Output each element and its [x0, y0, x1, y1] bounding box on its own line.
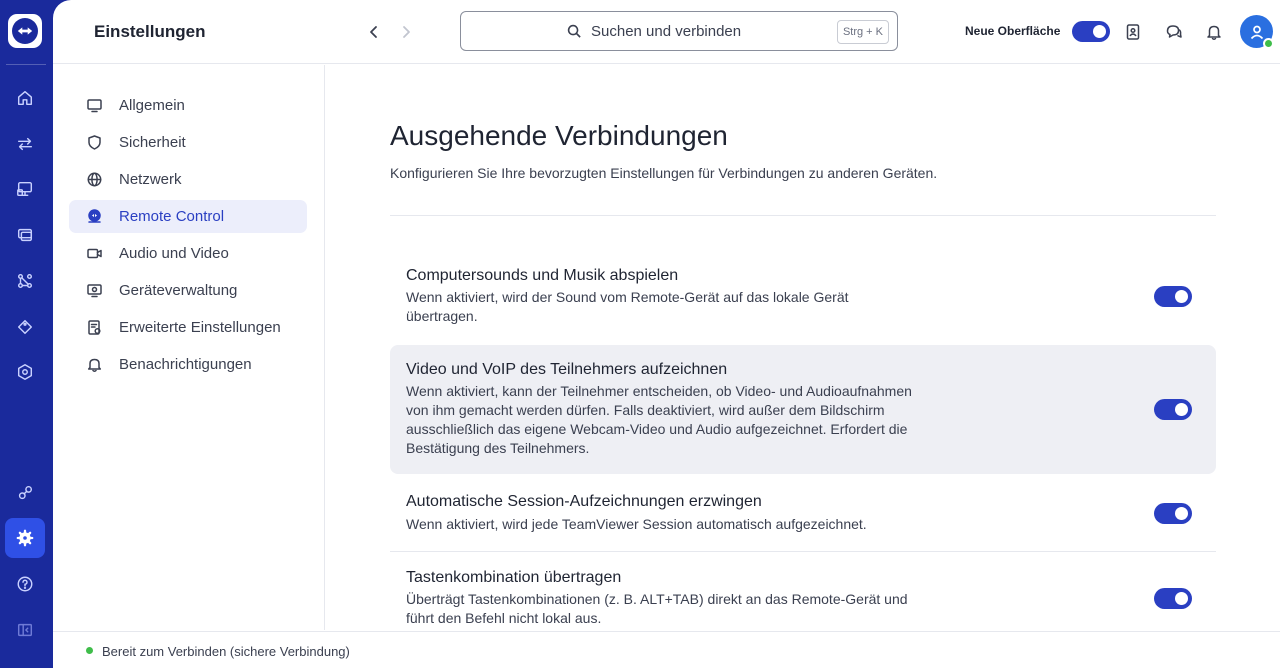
- advanced-settings-icon: [86, 319, 103, 336]
- app-rail: [0, 0, 53, 668]
- settings-nav-item-allgemein[interactable]: Allgemein: [69, 89, 307, 122]
- row-divider: [390, 551, 1216, 552]
- settings-nav-label: Remote Control: [119, 208, 225, 225]
- settings-nav-item-audio-und-video[interactable]: Audio und Video: [69, 237, 307, 270]
- settings-nav-label: Erweiterte Einstellungen: [119, 319, 281, 336]
- search-placeholder: Suchen und verbinden: [591, 23, 742, 40]
- force-session-recording-toggle[interactable]: [1154, 503, 1192, 524]
- workflow-icon[interactable]: [5, 261, 45, 301]
- contacts-icon[interactable]: [1121, 20, 1145, 44]
- transfer-key-combinations-toggle[interactable]: [1154, 588, 1192, 609]
- bell-notifications-icon[interactable]: [1202, 20, 1226, 44]
- user-icon: [1250, 25, 1263, 39]
- settings-nav-label: Allgemein: [119, 97, 185, 114]
- search-icon: [567, 24, 582, 39]
- chat-icon[interactable]: [1162, 20, 1186, 44]
- setting-description: Wenn aktiviert, wird der Sound vom Remot…: [406, 289, 849, 324]
- record-video-voip-toggle[interactable]: [1154, 399, 1192, 420]
- device-management-icon: [86, 282, 103, 299]
- deploy-icon[interactable]: [5, 352, 45, 392]
- settings-nav-label: Netzwerk: [119, 171, 182, 188]
- back-arrow-icon[interactable]: [363, 21, 385, 43]
- forward-arrow-icon[interactable]: [395, 21, 417, 43]
- setting-row-force-session-recording: Automatische Session-Aufzeichnungen erzw…: [390, 485, 1216, 551]
- settings-nav-label: Audio und Video: [119, 245, 229, 262]
- online-status-dot: [1263, 38, 1274, 49]
- rail-divider: [6, 64, 46, 65]
- bell-icon: [86, 356, 103, 373]
- section-heading: Ausgehende Verbindungen: [390, 120, 728, 151]
- settings-nav: Allgemein Sicherheit Netzwerk Remote Con…: [53, 65, 325, 630]
- setting-title: Automatische Session-Aufzeichnungen erzw…: [406, 493, 762, 510]
- setting-row-computer-sounds: Computersounds und Musik abspielen Wenn …: [390, 255, 1216, 335]
- settings-nav-item-erweiterte-einstellungen[interactable]: Erweiterte Einstellungen: [69, 311, 307, 344]
- setting-row-transfer-key-combinations: Tastenkombination übertragen Überträgt T…: [390, 560, 1216, 630]
- new-ui-toggle[interactable]: [1072, 21, 1110, 42]
- settings-nav-label: Sicherheit: [119, 134, 186, 151]
- remote-control-icon: [86, 208, 103, 225]
- connection-status-text: Bereit zum Verbinden (sichere Verbindung…: [102, 644, 350, 659]
- top-bar: Einstellungen Suchen und verbinden Strg …: [53, 0, 1280, 64]
- settings-nav-item-sicherheit[interactable]: Sicherheit: [69, 126, 307, 159]
- settings-nav-label: Geräteverwaltung: [119, 282, 238, 299]
- setting-title: Tastenkombination übertragen: [406, 569, 622, 586]
- sessions-icon[interactable]: [5, 215, 45, 255]
- computer-sounds-toggle[interactable]: [1154, 286, 1192, 307]
- shield-icon: [86, 134, 103, 151]
- settings-nav-label: Benachrichtigungen: [119, 356, 252, 373]
- globe-icon: [86, 171, 103, 188]
- collapse-icon[interactable]: [5, 610, 45, 650]
- transfer-icon[interactable]: [5, 124, 45, 164]
- settings-content: Ausgehende Verbindungen Konfigurieren Si…: [326, 65, 1280, 630]
- status-bar: Bereit zum Verbinden (sichere Verbindung…: [53, 631, 1280, 668]
- settings-nav-item-benachrichtigungen[interactable]: Benachrichtigungen: [69, 348, 307, 381]
- settings-nav-item-geraeteverwaltung[interactable]: Geräteverwaltung: [69, 274, 307, 307]
- home-icon[interactable]: [5, 78, 45, 118]
- setting-description: Überträgt Tastenkombinationen (z. B. ALT…: [406, 591, 908, 626]
- setting-title: Computersounds und Musik abspielen: [406, 267, 679, 284]
- new-ui-label: Neue Oberfläche: [965, 24, 1061, 38]
- settings-nav-item-remote-control[interactable]: Remote Control: [69, 200, 307, 233]
- connection-status-dot: [86, 647, 93, 654]
- remote-devices-icon[interactable]: [5, 169, 45, 209]
- settings-nav-item-netzwerk[interactable]: Netzwerk: [69, 163, 307, 196]
- search-input[interactable]: Suchen und verbinden Strg + K: [460, 11, 898, 51]
- settings-icon[interactable]: [5, 518, 45, 558]
- main-panel: Einstellungen Suchen und verbinden Strg …: [53, 0, 1280, 668]
- setting-row-record-video-voip: Video und VoIP des Teilnehmers aufzeichn…: [390, 345, 1216, 474]
- user-avatar[interactable]: [1240, 15, 1274, 49]
- help-icon[interactable]: [5, 564, 45, 604]
- section-divider: [390, 215, 1216, 216]
- search-shortcut-hint: Strg + K: [836, 20, 889, 44]
- integrations-icon[interactable]: [5, 473, 45, 513]
- setting-description: Wenn aktiviert, kann der Teilnehmer ents…: [406, 383, 912, 456]
- setting-description: Wenn aktiviert, wird jede TeamViewer Ses…: [406, 516, 867, 532]
- video-icon: [86, 245, 103, 262]
- teamviewer-logo-icon[interactable]: [8, 14, 42, 48]
- tag-icon[interactable]: [5, 307, 45, 347]
- section-description: Konfigurieren Sie Ihre bevorzugten Einst…: [390, 165, 938, 181]
- setting-title: Video und VoIP des Teilnehmers aufzeichn…: [406, 361, 728, 378]
- page-title: Einstellungen: [94, 22, 206, 41]
- monitor-icon: [86, 97, 103, 114]
